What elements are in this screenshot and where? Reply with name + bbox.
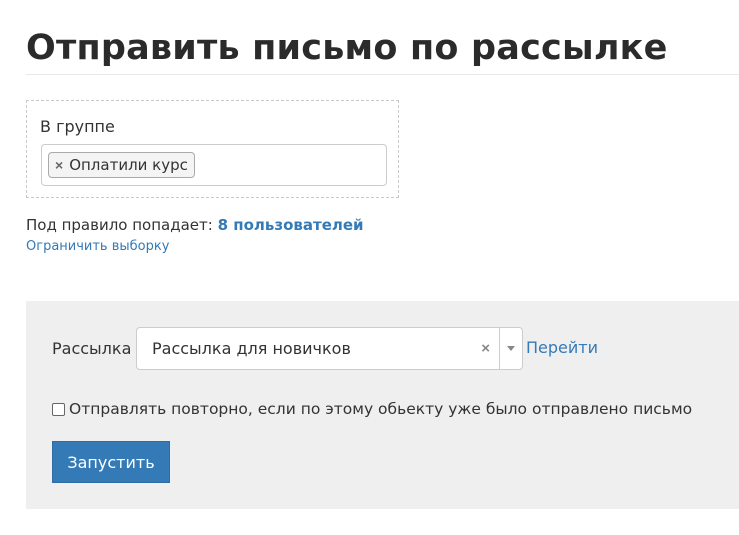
resend-option: Отправлять повторно, если по этому обьек… [52,400,692,418]
goto-mailing-link[interactable]: Перейти [526,338,598,357]
mailing-selected-value: Рассылка для новичков [152,339,351,358]
select-divider [499,328,500,369]
group-filter-box: В группе × Оплатили курс [26,100,399,198]
tag-remove-icon[interactable]: × [55,157,63,173]
mailing-select[interactable]: Рассылка для новичков × [136,327,523,370]
mailing-label: Рассылка [52,339,132,358]
resend-checkbox[interactable] [52,402,65,416]
group-tag: × Оплатили курс [48,152,195,178]
group-filter-label: В группе [40,117,115,136]
clear-icon[interactable]: × [481,340,490,357]
run-button[interactable]: Запустить [52,441,170,483]
group-tag-input[interactable]: × Оплатили курс [41,144,387,186]
title-divider [26,74,739,75]
rule-summary: Под правило попадает: 8 пользователей [26,216,364,234]
page-title: Отправить письмо по рассылке [26,28,668,68]
page: Отправить письмо по рассылке В группе × … [0,0,739,535]
chevron-down-icon[interactable] [507,346,515,351]
user-count-link[interactable]: 8 пользователей [218,216,364,234]
group-tag-label: Оплатили курс [69,156,188,174]
rule-summary-prefix: Под правило попадает: [26,216,213,234]
limit-selection-link[interactable]: Ограничить выборку [26,239,169,254]
send-panel: Рассылка Рассылка для новичков × Перейти… [26,301,739,509]
resend-label[interactable]: Отправлять повторно, если по этому обьек… [69,400,692,418]
